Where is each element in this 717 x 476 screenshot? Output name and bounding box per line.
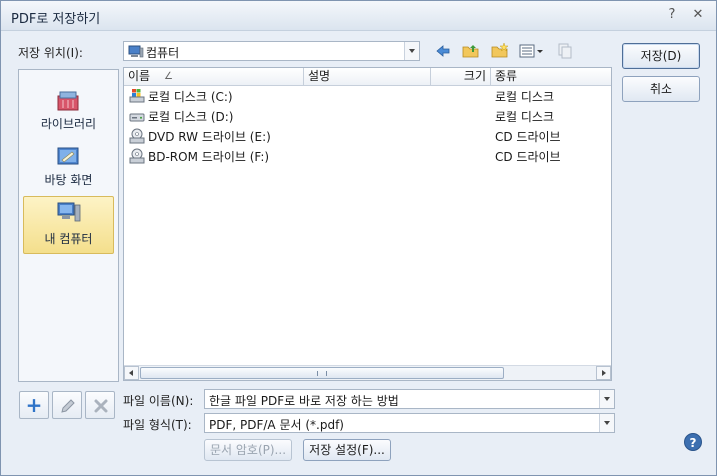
delete-x-icon [94,399,108,413]
cancel-button[interactable]: 취소 [622,76,700,102]
list-item[interactable]: 로컬 디스크 (D:) 로컬 디스크 [124,106,611,126]
place-desktop[interactable]: 바탕 화면 [23,142,114,194]
horizontal-scrollbar[interactable] [124,365,611,380]
list-item[interactable]: BD-ROM 드라이브 (F:) CD 드라이브 [124,146,611,166]
filename-label: 파일 이름(N): [123,394,194,408]
help-icon[interactable]: ? [684,433,702,451]
chevron-down-icon[interactable] [404,42,419,60]
scroll-left-button[interactable] [124,366,139,380]
chevron-right-icon [602,370,606,376]
view-menu-icon[interactable] [518,41,546,61]
drive-type: CD 드라이브 [495,150,561,164]
desktop-icon [57,147,79,165]
copy-disabled-icon [558,43,572,59]
computer-icon [128,45,144,58]
scroll-right-button[interactable] [596,366,611,380]
column-size-header[interactable]: 크기 [431,68,491,85]
file-list[interactable]: 이름 ∠ 설명 크기 종류 로컬 디스크 (C:) 로컬 디스크 로컬 디스크 … [123,67,612,381]
filetype-select[interactable]: PDF, PDF/A 문서 (*.pdf) [204,413,615,433]
chevron-left-icon [129,370,133,376]
place-label: 라이브러리 [40,117,97,131]
location-label: 저장 위치(I): [18,46,83,60]
location-combo[interactable]: 컴퓨터 [123,41,420,61]
window-title: PDF로 저장하기 [11,12,101,27]
plus-icon: + [25,393,43,417]
drive-type: 로컬 디스크 [495,90,555,104]
drive-type: 로컬 디스크 [495,110,555,124]
save-button[interactable]: 저장(D) [622,43,700,69]
filename-input[interactable]: 한글 파일 PDF로 바로 저장 하는 방법 [204,389,615,409]
column-name-header[interactable]: 이름 ∠ [124,68,304,85]
windows-drive-icon [129,89,145,103]
doc-password-button: 문서 암호(P)... [204,439,292,461]
save-as-pdf-dialog: PDF로 저장하기 ? ✕ 저장 위치(I): 컴퓨터 저장(D) 취소 라이브… [0,0,717,476]
dvd-drive-icon [129,128,145,144]
filename-value: 한글 파일 PDF로 바로 저장 하는 방법 [209,394,399,408]
list-header: 이름 ∠ 설명 크기 종류 [124,68,611,86]
scroll-thumb[interactable] [140,367,504,379]
delete-place-button[interactable] [85,391,115,419]
pencil-icon [61,399,75,413]
drive-type: CD 드라이브 [495,130,561,144]
place-library[interactable]: 라이브러리 [23,86,114,138]
column-name-label: 이름 [128,69,151,83]
help-title-button[interactable]: ? [663,6,681,24]
drive-name: 로컬 디스크 (D:) [148,110,234,124]
library-icon [57,91,79,111]
title-bar: PDF로 저장하기 ? ✕ [1,1,716,31]
hard-drive-icon [129,113,145,122]
computer-icon [57,202,81,222]
drive-name: BD-ROM 드라이브 (F:) [148,150,270,164]
location-value: 컴퓨터 [146,46,180,60]
drive-name: DVD RW 드라이브 (E:) [148,130,271,144]
edit-place-button[interactable] [52,391,82,419]
chevron-down-icon[interactable] [599,414,614,432]
drive-name: 로컬 디스크 (C:) [148,90,233,104]
column-type-header[interactable]: 종류 [491,68,611,85]
place-label: 바탕 화면 [44,173,93,187]
filetype-value: PDF, PDF/A 문서 (*.pdf) [209,418,344,432]
new-folder-icon[interactable] [490,41,510,61]
up-folder-icon[interactable] [461,41,481,61]
sort-indicator-icon: ∠ [164,71,173,82]
bd-drive-icon [129,148,145,164]
close-button[interactable]: ✕ [689,6,707,24]
chevron-down-icon[interactable] [599,390,614,408]
save-settings-button[interactable]: 저장 설정(F)... [303,439,391,461]
list-item[interactable]: 로컬 디스크 (C:) 로컬 디스크 [124,86,611,106]
filetype-label: 파일 형식(T): [123,418,192,432]
add-place-button[interactable]: + [19,391,49,419]
column-description-header[interactable]: 설명 [304,68,431,85]
list-item[interactable]: DVD RW 드라이브 (E:) CD 드라이브 [124,126,611,146]
place-computer[interactable]: 내 컴퓨터 [23,196,114,254]
places-bar: 라이브러리 바탕 화면 내 컴퓨터 [18,69,119,382]
place-label: 내 컴퓨터 [44,232,93,246]
back-arrow-icon[interactable] [433,41,453,61]
